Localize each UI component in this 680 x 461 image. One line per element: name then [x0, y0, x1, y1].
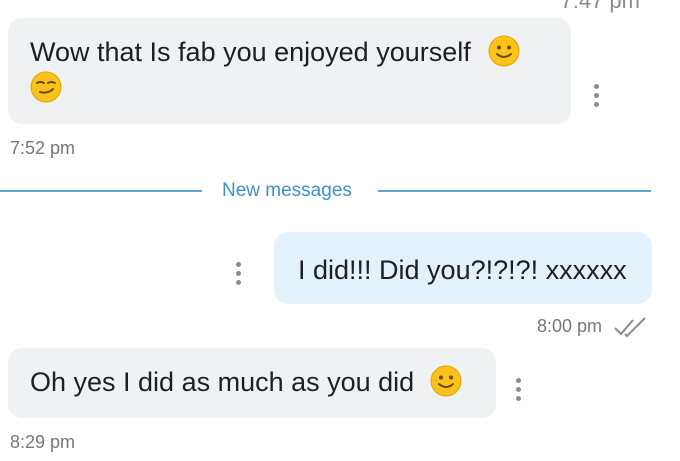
outgoing-message-bubble[interactable]: I did!!! Did you?!?!?! xxxxxx — [274, 232, 652, 304]
message-time: 7:52 pm — [10, 138, 76, 158]
message-options-icon[interactable] — [236, 262, 242, 285]
message-text: Oh yes I did as much as you did — [30, 367, 415, 397]
message-time: 8:00 pm — [537, 316, 603, 336]
message-text: I did!!! Did you?!?!?! xxxxxx — [298, 255, 627, 285]
message-options-icon[interactable] — [594, 84, 600, 107]
previous-message-time-cutoff: 7:47 pm — [560, 0, 641, 13]
divider-line-right — [378, 190, 651, 192]
read-double-check-icon — [614, 317, 646, 338]
smirking-face-emoji-icon — [30, 71, 62, 103]
divider-line-left — [0, 190, 202, 192]
message-text: Wow that Is fab you enjoyed yourself — [30, 37, 471, 67]
incoming-message-bubble[interactable]: Oh yes I did as much as you did — [8, 348, 496, 418]
new-messages-divider-label: New messages — [222, 180, 352, 201]
slightly-smiling-face-emoji-icon — [488, 35, 520, 67]
slightly-smiling-face-emoji-icon — [430, 365, 462, 397]
incoming-message-bubble[interactable]: Wow that Is fab you enjoyed yourself — [8, 18, 571, 124]
message-options-icon[interactable] — [516, 378, 522, 401]
message-time: 8:29 pm — [10, 432, 76, 452]
